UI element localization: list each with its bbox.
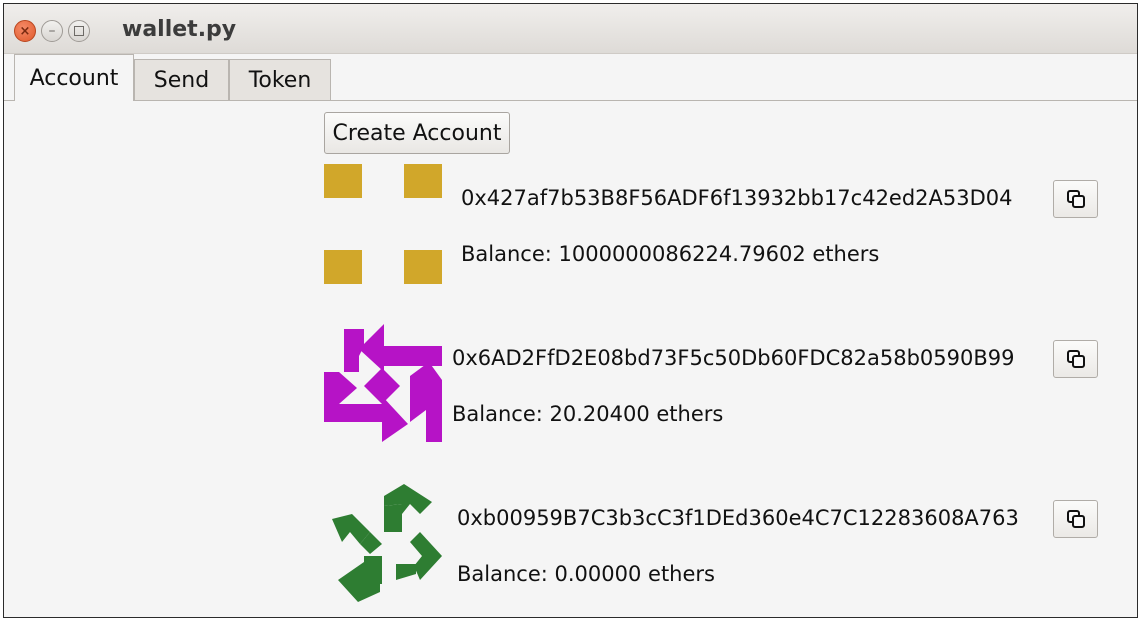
maximize-icon[interactable]: [68, 20, 90, 42]
title-bar[interactable]: × – wallet.py: [4, 4, 1137, 54]
identicon-icon: [324, 164, 442, 284]
copy-icon: [1066, 190, 1085, 208]
tab-divider: [4, 100, 1137, 101]
tab-token[interactable]: Token: [229, 59, 331, 100]
app-window: × – wallet.py Account Send Token Create …: [3, 3, 1138, 618]
copy-icon: [1066, 350, 1085, 368]
tab-bar: Account Send Token: [4, 54, 1137, 101]
identicon-icon: [324, 324, 442, 442]
create-account-button[interactable]: Create Account: [324, 112, 510, 154]
window-title: wallet.py: [122, 17, 237, 42]
tab-send[interactable]: Send: [134, 59, 229, 100]
copy-address-button[interactable]: [1053, 180, 1098, 218]
account-address: 0xb00959B7C3b3cC3f1DEd360e4C7C12283608A7…: [457, 506, 1019, 530]
close-glyph: ×: [19, 23, 31, 39]
account-balance: Balance: 20.20400 ethers: [452, 402, 724, 426]
account-address: 0x6AD2FfD2E08bd73F5c50Db60FDC82a58b0590B…: [452, 346, 1015, 370]
minimize-icon[interactable]: –: [41, 20, 63, 42]
close-icon[interactable]: ×: [14, 20, 36, 42]
account-address: 0x427af7b53B8F56ADF6f13932bb17c42ed2A53D…: [461, 186, 1013, 210]
copy-address-button[interactable]: [1053, 340, 1098, 378]
tab-account[interactable]: Account: [14, 54, 134, 101]
identicon-icon: [332, 484, 442, 602]
minimize-glyph: –: [48, 23, 56, 39]
account-balance: Balance: 0.00000 ethers: [457, 562, 715, 586]
account-balance: Balance: 1000000086224.79602 ethers: [461, 242, 880, 266]
copy-address-button[interactable]: [1053, 500, 1098, 538]
copy-icon: [1066, 510, 1085, 528]
